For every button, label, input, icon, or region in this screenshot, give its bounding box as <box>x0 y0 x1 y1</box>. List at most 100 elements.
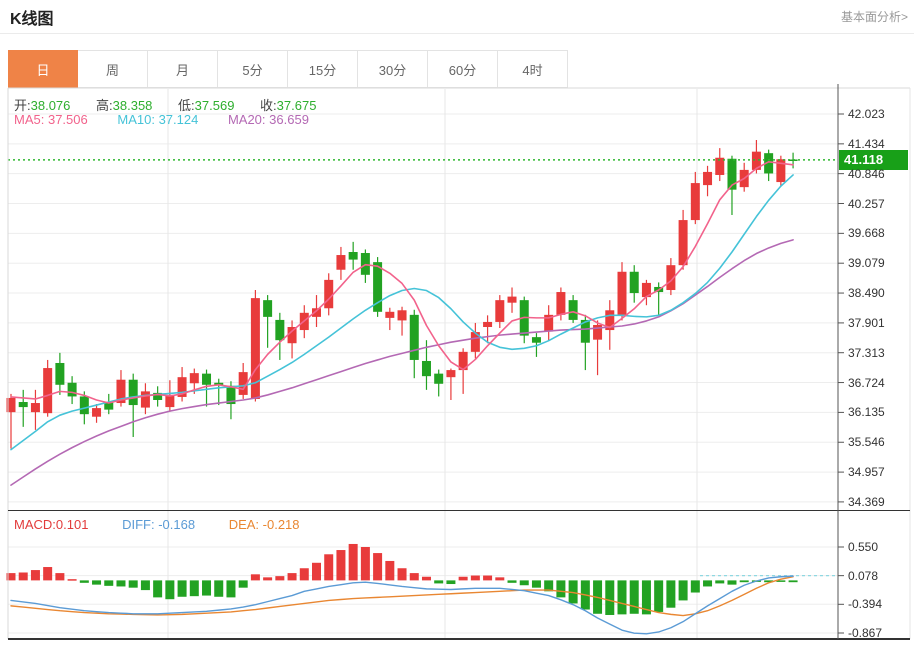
macd-bar <box>129 580 138 587</box>
macd-bar <box>263 577 272 580</box>
macd-bar <box>666 580 675 607</box>
y-axis-label: 39.079 <box>848 256 885 270</box>
macd-bar <box>68 579 77 581</box>
ma5-label: MA5: <box>14 112 44 127</box>
macd-bar <box>275 576 284 580</box>
macd-bar <box>300 568 309 580</box>
candle <box>422 361 431 376</box>
macd-bar <box>654 580 663 612</box>
macd-bar <box>104 580 113 585</box>
macd-bar <box>190 580 199 596</box>
candle <box>446 370 455 377</box>
macd-bar <box>361 547 370 580</box>
macd-bar <box>324 554 333 580</box>
macd-bar <box>410 573 419 580</box>
macd-bar <box>483 576 492 581</box>
candle <box>80 396 89 414</box>
macd-bar <box>312 563 321 581</box>
macd-bar <box>153 580 162 597</box>
y-axis-label: 42.023 <box>848 107 885 121</box>
candle <box>508 297 517 303</box>
macd-bar <box>31 570 40 580</box>
y-axis-label: 41.434 <box>848 137 885 151</box>
macd-bar <box>679 580 688 600</box>
macd-bar <box>141 580 150 590</box>
macd-bar <box>19 572 28 580</box>
candle <box>263 300 272 317</box>
macd-bar <box>471 576 480 581</box>
macd-bar <box>508 580 517 582</box>
macd-bar <box>239 580 248 587</box>
candle <box>679 220 688 265</box>
open-value: 38.076 <box>31 98 71 113</box>
macd-bar <box>715 580 724 583</box>
candle <box>43 368 52 413</box>
candle <box>385 312 394 318</box>
candle <box>19 402 28 407</box>
y-axis-label: 40.846 <box>848 167 885 181</box>
macd-bar <box>165 580 174 599</box>
candle <box>398 310 407 320</box>
macd-bar <box>740 580 749 582</box>
candle <box>410 315 419 360</box>
y-axis-label: 37.901 <box>848 316 885 330</box>
candle <box>129 380 138 405</box>
candle <box>630 272 639 293</box>
dea-label: DEA: <box>229 517 259 532</box>
macd-bar <box>459 577 468 581</box>
macd-bar <box>178 580 187 596</box>
close-label: 收: <box>260 98 277 113</box>
y-axis-label: 35.546 <box>848 435 885 449</box>
macd-readout: MACD:0.101 DIFF: -0.168 DEA: -0.218 <box>14 517 330 532</box>
candle <box>68 383 77 397</box>
macd-bar <box>703 580 712 586</box>
y-axis-label: 34.957 <box>848 465 885 479</box>
macd-bar <box>532 580 541 587</box>
macd-bar <box>373 553 382 580</box>
macd-bar <box>556 580 565 597</box>
candle <box>556 292 565 315</box>
diff-value: -0.168 <box>158 517 195 532</box>
candle <box>92 408 101 417</box>
candle <box>703 172 712 185</box>
candle <box>202 374 211 385</box>
open-label: 开: <box>14 98 31 113</box>
y-axis-label: 37.313 <box>848 346 885 360</box>
candle <box>495 300 504 322</box>
macd-bar <box>495 577 504 580</box>
candle <box>483 322 492 327</box>
macd-bar <box>202 580 211 595</box>
macd-bar <box>385 561 394 580</box>
high-label: 高: <box>96 98 113 113</box>
macd-bar <box>520 580 529 585</box>
candle <box>434 374 443 384</box>
macd-bar <box>288 573 297 580</box>
macd-bar <box>605 580 614 615</box>
macd-bar <box>618 580 627 614</box>
candle <box>569 300 578 320</box>
candle <box>190 373 199 383</box>
macd-bar <box>446 580 455 584</box>
ma5-value: 37.506 <box>48 112 88 127</box>
close-value: 37.675 <box>277 98 317 113</box>
macd-bar <box>434 580 443 583</box>
ma20-value: 36.659 <box>269 112 309 127</box>
macd-bar <box>55 573 64 580</box>
macd-bar <box>251 574 260 580</box>
candle <box>349 252 358 260</box>
candle <box>141 391 150 407</box>
y-axis-label: 39.668 <box>848 226 885 240</box>
macd-bar <box>691 580 700 592</box>
macd-bar <box>336 550 345 580</box>
diff-label: DIFF: <box>122 517 155 532</box>
ma10-label: MA10: <box>117 112 155 127</box>
y-axis-label: 0.550 <box>848 540 878 554</box>
ma20-label: MA20: <box>228 112 266 127</box>
macd-bar <box>422 577 431 581</box>
macd-value: 0.101 <box>56 517 89 532</box>
ma-readout: MA5: 37.506 MA10: 37.124 MA20: 36.659 <box>14 112 335 127</box>
candle <box>55 363 64 385</box>
candle <box>532 337 541 343</box>
y-axis-label: 0.078 <box>848 569 878 583</box>
macd-bar <box>43 567 52 580</box>
